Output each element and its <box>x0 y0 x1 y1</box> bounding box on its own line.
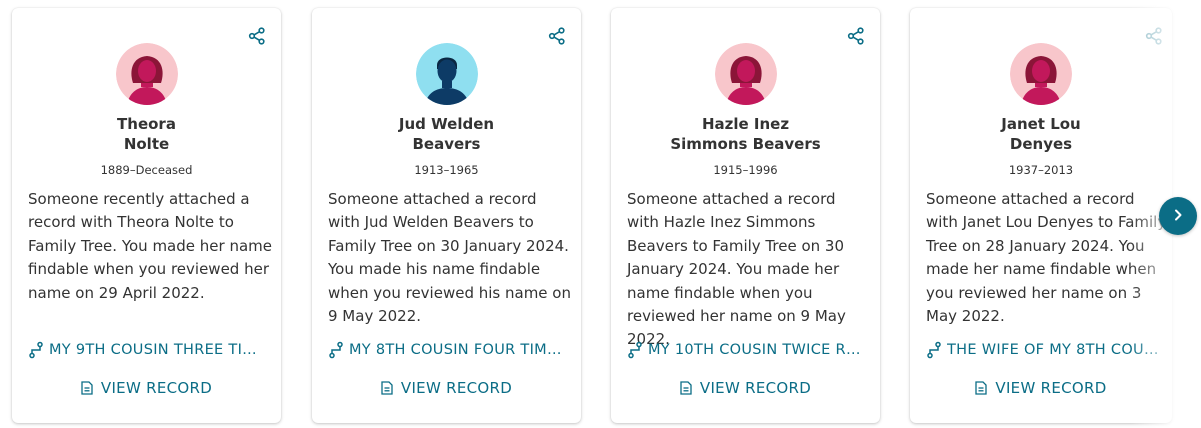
person-name[interactable]: Hazle Inez Simmons Beavers <box>619 114 872 154</box>
share-icon[interactable] <box>1144 26 1164 46</box>
relationship-label: THE WIFE OF MY 8TH COUSIN <box>947 342 1166 358</box>
person-lifespan: 1937–2013 <box>1008 163 1074 177</box>
record-hints-carousel: Theora Nolte 1889–Deceased Someone recen… <box>0 0 1201 428</box>
relationship-icon <box>328 341 344 359</box>
relationship-label: MY 9TH COUSIN THREE TIMES REMOVED <box>49 342 268 358</box>
view-record-button[interactable]: VIEW RECORD <box>910 379 1172 397</box>
relationship-link[interactable]: THE WIFE OF MY 8TH COUSIN <box>926 341 1166 359</box>
document-icon <box>381 381 393 395</box>
record-card: Hazle Inez Simmons Beavers 1915–1996 Som… <box>611 8 880 423</box>
person-name-line1: Theora <box>117 115 176 133</box>
person-name-line2: Simmons Beavers <box>670 135 821 153</box>
document-icon <box>975 381 988 395</box>
share-icon[interactable] <box>846 26 866 46</box>
record-description: Someone attached a record with Hazle Ine… <box>627 190 846 349</box>
relationship-link[interactable]: MY 10TH COUSIN TWICE REMOVED <box>627 341 867 359</box>
record-description: Someone recently attached a record with … <box>28 190 272 302</box>
relationship-icon <box>926 341 942 359</box>
relationship-label: MY 8TH COUSIN FOUR TIMES REMOVED <box>349 342 568 358</box>
share-icon[interactable] <box>547 26 567 46</box>
person-name-line2: Beavers <box>412 135 481 153</box>
carousel-next-button[interactable] <box>1159 197 1197 235</box>
relationship-link[interactable]: MY 8TH COUSIN FOUR TIMES REMOVED <box>328 341 568 359</box>
person-name[interactable]: Jud Welden Beavers <box>320 114 573 154</box>
view-record-label: VIEW RECORD <box>100 379 213 397</box>
share-icon[interactable] <box>247 26 267 46</box>
record-description: Someone attached a record with Janet Lou… <box>926 190 1167 326</box>
person-lifespan: 1915–1996 <box>713 163 778 177</box>
view-record-label: VIEW RECORD <box>995 379 1107 397</box>
female-avatar-icon[interactable] <box>1010 43 1072 105</box>
person-name-line1: Hazle Inez <box>701 115 790 133</box>
document-icon <box>81 381 93 395</box>
relationship-label: MY 10TH COUSIN TWICE REMOVED <box>648 342 867 358</box>
male-avatar-icon[interactable] <box>415 43 478 105</box>
relationship-icon <box>28 341 44 359</box>
person-lifespan: 1889–Deceased <box>100 163 193 177</box>
record-description: Someone attached a record with Jud Welde… <box>328 190 571 326</box>
record-card: Theora Nolte 1889–Deceased Someone recen… <box>12 8 281 423</box>
female-avatar-icon[interactable] <box>115 43 178 105</box>
view-record-label: VIEW RECORD <box>699 379 812 397</box>
record-card: Janet Lou Denyes 1937–2013 Someone attac… <box>910 8 1172 423</box>
chevron-right-icon <box>1171 207 1185 226</box>
person-lifespan: 1913–1965 <box>414 163 479 177</box>
view-record-label: VIEW RECORD <box>400 379 513 397</box>
relationship-icon <box>627 341 643 359</box>
person-name[interactable]: Theora Nolte <box>20 114 273 154</box>
person-name-line1: Janet Lou <box>1001 115 1081 133</box>
view-record-button[interactable]: VIEW RECORD <box>12 379 281 397</box>
person-name-line2: Denyes <box>1009 135 1073 153</box>
person-name[interactable]: Janet Lou Denyes <box>918 114 1164 154</box>
document-icon <box>680 381 692 395</box>
record-card: Jud Welden Beavers 1913–1965 Someone att… <box>312 8 581 423</box>
female-avatar-icon[interactable] <box>714 43 777 105</box>
person-name-line2: Nolte <box>123 135 170 153</box>
view-record-button[interactable]: VIEW RECORD <box>312 379 581 397</box>
view-record-button[interactable]: VIEW RECORD <box>611 379 880 397</box>
relationship-link[interactable]: MY 9TH COUSIN THREE TIMES REMOVED <box>28 341 268 359</box>
person-name-line1: Jud Welden <box>398 115 495 133</box>
